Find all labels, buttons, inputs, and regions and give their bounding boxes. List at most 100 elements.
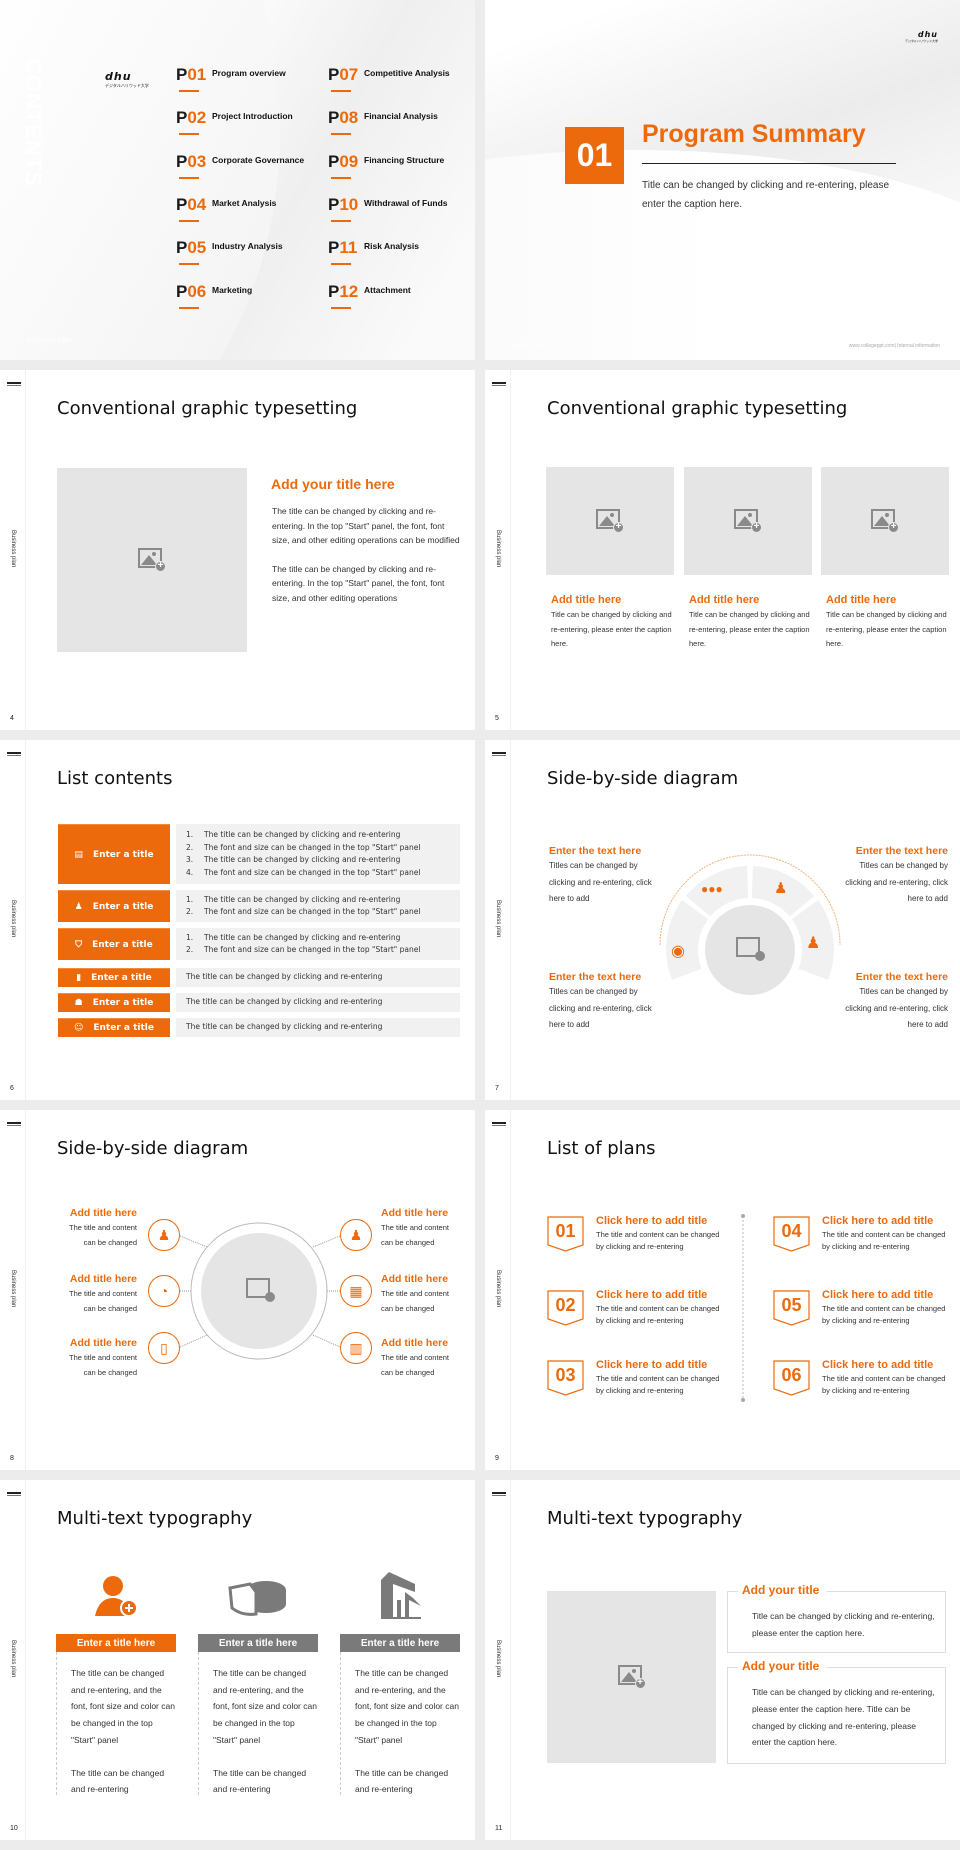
column-heading[interactable]: Add title here: [689, 594, 812, 606]
slide-title[interactable]: Conventional graphic typesetting: [547, 398, 847, 419]
image-placeholder[interactable]: +: [821, 467, 949, 575]
slide-title[interactable]: List contents: [57, 768, 172, 789]
slide-multi-text-columns[interactable]: Business plan 10 Multi-text typography E…: [0, 1480, 475, 1840]
slide-title[interactable]: List of plans: [547, 1138, 656, 1159]
row-title-button[interactable]: ♟ Enter a title: [58, 890, 170, 922]
block-text[interactable]: The title and content can be changed: [37, 1221, 137, 1250]
plan-description[interactable]: The title and content can be changed by …: [822, 1303, 950, 1326]
block-text[interactable]: Titles can be changed by clicking and re…: [549, 858, 659, 908]
column-title-bar[interactable]: Enter a title here: [198, 1634, 318, 1652]
block-text[interactable]: The title and content can be changed: [381, 1351, 456, 1380]
block-text[interactable]: The title and content can be changed: [37, 1287, 137, 1316]
row-title-button[interactable]: ☺ Enter a title: [58, 1018, 170, 1037]
column-title-bar[interactable]: Enter a title here: [340, 1634, 460, 1652]
center-image-placeholder[interactable]: [705, 905, 795, 995]
slide-conventional-single[interactable]: Business plan 4 Conventional graphic typ…: [0, 370, 475, 730]
toc-item[interactable]: P01 Program overview: [176, 65, 286, 92]
plan-description[interactable]: The title and content can be changed by …: [596, 1303, 724, 1326]
block-heading[interactable]: Add title here: [37, 1273, 137, 1285]
section-title[interactable]: Program Summary: [642, 120, 866, 149]
toc-item[interactable]: P02 Project Introduction: [176, 108, 293, 135]
row-content[interactable]: 1. The title can be changed by clicking a…: [176, 928, 460, 960]
toc-item[interactable]: P10 Withdrawal of Funds: [328, 195, 448, 222]
row-title-button[interactable]: ☗ Enter a title: [58, 993, 170, 1012]
column-text[interactable]: Title can be changed by clicking and re-…: [551, 608, 674, 652]
column-body[interactable]: The title can be changed and re-entering…: [340, 1652, 460, 1795]
plan-description[interactable]: The title and content can be changed by …: [596, 1373, 724, 1396]
column-text[interactable]: Title can be changed by clicking and re-…: [826, 608, 949, 652]
row-content[interactable]: 1. The title can be changed by clicking a…: [176, 824, 460, 884]
image-placeholder[interactable]: +: [546, 467, 674, 575]
row-content[interactable]: 1. The title can be changed by clicking a…: [176, 890, 460, 922]
block-heading[interactable]: Add title here: [37, 1207, 137, 1219]
toc-item[interactable]: P07 Competitive Analysis: [328, 65, 450, 92]
plan-heading[interactable]: Click here to add title: [596, 1289, 724, 1301]
box-text[interactable]: Title can be changed by clicking and re-…: [728, 1592, 945, 1642]
slide-program-summary[interactable]: dhu デジタルハリウッド大学 01 Program Summary Title…: [485, 0, 960, 360]
block-text[interactable]: Titles can be changed by clicking and re…: [838, 984, 948, 1034]
slide-list-contents[interactable]: Business plan 6 List contents ▤ Enter a t…: [0, 740, 475, 1100]
row-title-button[interactable]: ⛉ Enter a title: [58, 928, 170, 960]
column-heading[interactable]: Add title here: [551, 594, 674, 606]
slide-title[interactable]: Side-by-side diagram: [547, 768, 738, 789]
slide-list-of-plans[interactable]: Business plan 9 List of plans 01 Click he…: [485, 1110, 960, 1470]
slide-contents[interactable]: CONTENTS Business plan dhu デジタルハリウッド大学 P…: [0, 0, 475, 360]
column-body[interactable]: The title can be changed and re-entering…: [198, 1652, 318, 1795]
block-text[interactable]: The title and content can be changed: [381, 1221, 456, 1250]
block-text[interactable]: The title and content can be changed: [37, 1351, 137, 1380]
plan-heading[interactable]: Click here to add title: [822, 1359, 950, 1371]
image-placeholder[interactable]: +: [547, 1591, 716, 1763]
block-text[interactable]: The title and content can be changed: [381, 1287, 456, 1316]
slide-title[interactable]: Conventional graphic typesetting: [57, 398, 357, 419]
block-heading[interactable]: Add title here: [381, 1273, 475, 1285]
plan-heading[interactable]: Click here to add title: [596, 1359, 724, 1371]
block-heading[interactable]: Enter the text here: [549, 845, 659, 857]
content-heading[interactable]: Add your title here: [271, 476, 395, 492]
slide-title[interactable]: Multi-text typography: [57, 1508, 252, 1529]
content-text[interactable]: The title can be changed by clicking and…: [272, 504, 464, 605]
plan-description[interactable]: The title and content can be changed by …: [822, 1229, 950, 1252]
box-text[interactable]: Title can be changed by clicking and re-…: [728, 1668, 945, 1751]
block-text[interactable]: Titles can be changed by clicking and re…: [549, 984, 659, 1034]
section-subtitle[interactable]: Title can be changed by clicking and re-…: [642, 176, 912, 214]
toc-item[interactable]: P11 Risk Analysis: [328, 238, 419, 265]
toc-item[interactable]: P03 Corporate Governance: [176, 152, 304, 179]
toc-item[interactable]: P05 Industry Analysis: [176, 238, 283, 265]
block-heading[interactable]: Add title here: [381, 1207, 475, 1219]
row-content[interactable]: The title can be changed by clicking and…: [176, 968, 460, 987]
plan-description[interactable]: The title and content can be changed by …: [822, 1373, 950, 1396]
toc-item[interactable]: P12 Attachment: [328, 282, 411, 309]
image-placeholder[interactable]: +: [684, 467, 812, 575]
block-heading[interactable]: Add title here: [381, 1337, 475, 1349]
box-heading[interactable]: Add your title: [738, 1583, 828, 1597]
toc-item[interactable]: P04 Market Analysis: [176, 195, 276, 222]
toc-item[interactable]: P06 Marketing: [176, 282, 252, 309]
block-text[interactable]: Titles can be changed by clicking and re…: [838, 858, 948, 908]
slide-side-by-side-hub[interactable]: Business plan 8 Side-by-side diagram ♟ ◔…: [0, 1110, 475, 1470]
image-placeholder[interactable]: +: [57, 468, 247, 652]
block-heading[interactable]: Enter the text here: [838, 845, 948, 857]
slide-multi-text-boxes[interactable]: Business plan 11 Multi-text typography +…: [485, 1480, 960, 1840]
row-title-button[interactable]: ▤ Enter a title: [58, 824, 170, 884]
column-heading[interactable]: Add title here: [826, 594, 949, 606]
slide-side-by-side-semicircle[interactable]: Business plan 7 Side-by-side diagram ●●●…: [485, 740, 960, 1100]
slide-title[interactable]: Multi-text typography: [547, 1508, 742, 1529]
column-title-bar[interactable]: Enter a title here: [56, 1634, 176, 1652]
toc-item[interactable]: P08 Financial Analysis: [328, 108, 438, 135]
center-image-placeholder[interactable]: [201, 1233, 317, 1349]
block-heading[interactable]: Enter the text here: [549, 971, 659, 983]
plan-heading[interactable]: Click here to add title: [596, 1215, 724, 1227]
block-heading[interactable]: Enter the text here: [838, 971, 948, 983]
column-text[interactable]: Title can be changed by clicking and re-…: [689, 608, 812, 652]
box-heading[interactable]: Add your title: [738, 1659, 828, 1673]
plan-heading[interactable]: Click here to add title: [822, 1289, 950, 1301]
row-title-button[interactable]: ▮ Enter a title: [58, 968, 170, 987]
plan-heading[interactable]: Click here to add title: [822, 1215, 950, 1227]
slide-conventional-triple[interactable]: Business plan 5 Conventional graphic typ…: [485, 370, 960, 730]
block-heading[interactable]: Add title here: [37, 1337, 137, 1349]
row-content[interactable]: The title can be changed by clicking and…: [176, 993, 460, 1012]
row-content[interactable]: The title can be changed by clicking and…: [176, 1018, 460, 1037]
toc-item[interactable]: P09 Financing Structure: [328, 152, 444, 179]
plan-description[interactable]: The title and content can be changed by …: [596, 1229, 724, 1252]
column-body[interactable]: The title can be changed and re-entering…: [56, 1652, 176, 1795]
